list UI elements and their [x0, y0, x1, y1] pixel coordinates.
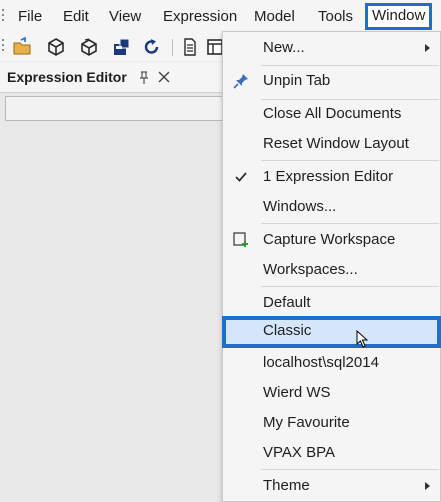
menu-item-windows[interactable]: Windows...	[223, 192, 440, 222]
refresh-icon[interactable]	[142, 37, 162, 57]
menu-separator	[261, 286, 439, 287]
menu-item-classic[interactable]: Classic	[222, 316, 441, 348]
menu-item-default[interactable]: Default	[223, 288, 440, 318]
pin-icon	[233, 74, 248, 89]
menu-expression[interactable]: Expression	[159, 4, 241, 29]
menu-item-label: Wierd WS	[263, 384, 331, 401]
submenu-arrow-icon	[425, 482, 430, 490]
mouse-cursor-icon	[356, 330, 368, 348]
menu-item-my-favourite[interactable]: My Favourite	[223, 408, 440, 438]
menu-item-label: Capture Workspace	[263, 231, 396, 248]
menu-item-label: VPAX BPA	[263, 444, 335, 461]
menu-item-unpin-tab[interactable]: Unpin Tab	[223, 66, 440, 96]
menu-item-vpax-bpa[interactable]: VPAX BPA	[223, 438, 440, 468]
menu-item-new[interactable]: New...	[223, 33, 440, 63]
menu-item-localhost-sql2014[interactable]: localhost\sql2014	[223, 348, 440, 378]
save-icon[interactable]	[111, 37, 131, 57]
menu-item-theme[interactable]: Theme	[223, 471, 440, 501]
panel-title: Expression Editor	[7, 69, 127, 85]
menu-item-label: Default	[263, 294, 311, 311]
menu-item-label: 1 Expression Editor	[263, 168, 394, 185]
menu-separator	[261, 469, 439, 470]
menu-tools[interactable]: Tools	[314, 4, 357, 29]
menu-item-close-all-documents[interactable]: Close All Documents	[223, 99, 440, 129]
menu-item-label: localhost\sql2014	[263, 354, 379, 371]
close-icon[interactable]	[157, 70, 171, 84]
menu-item-label: Windows...	[263, 198, 337, 215]
menu-item-label: Close All Documents	[263, 105, 402, 122]
menu-item-wierd-ws[interactable]: Wierd WS	[223, 378, 440, 408]
menu-item-expression-editor[interactable]: 1 Expression Editor	[223, 162, 440, 192]
toolbar-grip-icon[interactable]	[2, 39, 5, 55]
menu-item-label: Workspaces...	[263, 261, 358, 278]
expression-editor-body[interactable]	[0, 92, 222, 502]
menubar-grip-icon[interactable]	[2, 9, 5, 25]
menu-item-workspaces[interactable]: Workspaces...	[223, 255, 440, 285]
menu-item-label: Classic	[263, 322, 312, 339]
checkmark-icon	[235, 172, 247, 182]
document-icon[interactable]	[180, 37, 200, 57]
capture-workspace-icon	[233, 232, 248, 247]
toolbar-separator	[172, 39, 173, 56]
menu-bar: File Edit View Expression Model Tools Wi…	[0, 0, 441, 33]
open-folder-icon[interactable]	[12, 37, 32, 57]
menu-separator	[261, 223, 439, 224]
pin-icon[interactable]	[138, 71, 150, 85]
menu-view[interactable]: View	[105, 4, 145, 29]
menu-item-label: New...	[263, 39, 305, 56]
menu-item-label: Unpin Tab	[263, 72, 331, 89]
expression-input[interactable]	[5, 96, 222, 121]
cube-icon[interactable]	[46, 37, 66, 57]
menu-window[interactable]: Window	[365, 3, 433, 30]
menu-item-capture-workspace[interactable]: Capture Workspace	[223, 225, 440, 255]
menu-file[interactable]: File	[14, 4, 46, 29]
window-menu-dropdown: New... Unpin Tab Close All Documents Res…	[222, 31, 441, 502]
menu-separator	[261, 160, 439, 161]
menu-model[interactable]: Model	[250, 4, 299, 29]
menu-item-label: Reset Window Layout	[263, 135, 409, 152]
menu-item-label: My Favourite	[263, 414, 350, 431]
submenu-arrow-icon	[425, 44, 430, 52]
menu-item-reset-window-layout[interactable]: Reset Window Layout	[223, 129, 440, 159]
menu-item-label: Theme	[263, 477, 310, 494]
menu-edit[interactable]: Edit	[59, 4, 93, 29]
cube-open-icon[interactable]	[79, 37, 99, 57]
expression-editor-tab[interactable]: Expression Editor	[0, 63, 222, 92]
